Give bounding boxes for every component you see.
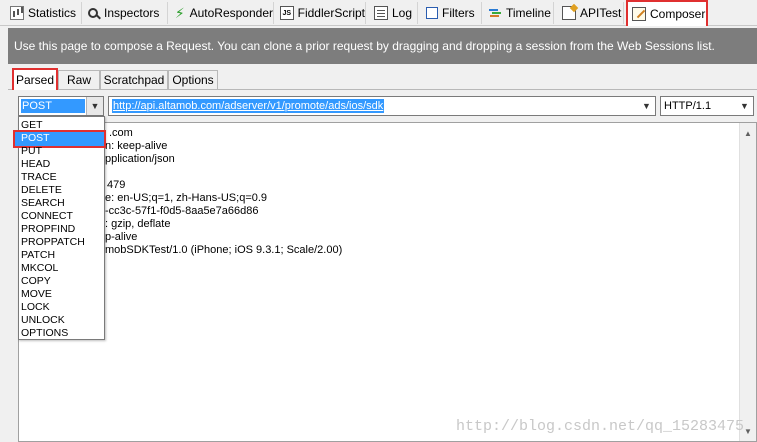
tab-label: Statistics	[28, 6, 77, 20]
method-option-propfind[interactable]: PROPFIND	[19, 223, 104, 236]
method-option-search[interactable]: SEARCH	[19, 197, 104, 210]
composer-info-bar: Use this page to compose a Request. You …	[8, 28, 757, 64]
chevron-down-icon[interactable]: ▼	[86, 97, 103, 115]
request-headers-editor[interactable]: .com n: keep-alive pplication/json 479 e…	[18, 122, 757, 442]
tab-label: Parsed	[15, 73, 55, 87]
method-option-head[interactable]: HEAD	[19, 158, 104, 171]
composer-icon	[632, 7, 646, 21]
method-option-options[interactable]: OPTIONS	[19, 327, 104, 340]
method-option-proppatch[interactable]: PROPPATCH	[19, 236, 104, 249]
header-line: p-alive	[105, 231, 138, 243]
method-option-connect[interactable]: CONNECT	[19, 210, 104, 223]
filter-icon	[426, 7, 438, 19]
log-icon	[374, 6, 388, 20]
method-select[interactable]: POST ▼	[18, 96, 104, 116]
method-option-patch[interactable]: PATCH	[19, 249, 104, 262]
tab-label: Composer	[650, 7, 706, 21]
tab-fiddlerscript[interactable]: JS FiddlerScript	[276, 2, 366, 24]
top-tab-strip: Statistics Inspectors ⚡ AutoResponder JS…	[0, 0, 757, 26]
method-option-unlock[interactable]: UNLOCK	[19, 314, 104, 327]
tab-label: Scratchpad	[103, 73, 165, 87]
method-option-lock[interactable]: LOCK	[19, 301, 104, 314]
timeline-icon	[488, 6, 502, 20]
tab-label: AutoResponder	[189, 6, 273, 20]
url-input[interactable]: http://api.altamob.com/adserver/v1/promo…	[108, 96, 656, 116]
tab-label: Inspectors	[104, 6, 160, 20]
watermark: http://blog.csdn.net/qq_15283475	[455, 418, 744, 435]
header-line: : gzip, deflate	[105, 218, 171, 230]
header-line: n: keep-alive	[105, 140, 168, 152]
method-option-delete[interactable]: DELETE	[19, 184, 104, 197]
header-line: pplication/json	[105, 153, 175, 165]
tab-log[interactable]: Log	[370, 2, 418, 24]
header-line: -cc3c-57f1-f0d5-8aa5e7a66d86	[105, 205, 259, 217]
scroll-up-icon[interactable]: ▲	[740, 125, 756, 141]
http-version-select[interactable]: HTTP/1.1 ▼	[660, 96, 754, 116]
method-option-copy[interactable]: COPY	[19, 275, 104, 288]
tab-inspectors[interactable]: Inspectors	[84, 2, 168, 24]
method-option-trace[interactable]: TRACE	[19, 171, 104, 184]
apitest-icon	[562, 6, 576, 20]
header-line: 479	[107, 179, 126, 191]
tab-label: FiddlerScript	[297, 6, 365, 20]
tab-timeline[interactable]: Timeline	[484, 2, 554, 24]
method-option-mkcol[interactable]: MKCOL	[19, 262, 104, 275]
script-icon: JS	[280, 6, 294, 20]
tab-statistics[interactable]: Statistics	[6, 2, 82, 24]
url-value: http://api.altamob.com/adserver/v1/promo…	[112, 99, 385, 113]
tab-apitest[interactable]: APITest	[558, 2, 624, 24]
tab-filters[interactable]: Filters	[422, 2, 482, 24]
lightning-icon: ⚡	[174, 4, 185, 21]
vertical-scrollbar[interactable]: ▲ ▼	[739, 123, 756, 441]
version-value: HTTP/1.1	[664, 100, 712, 112]
statistics-icon	[10, 6, 24, 20]
inspectors-icon	[88, 8, 98, 18]
tab-scratchpad[interactable]: Scratchpad	[100, 70, 168, 89]
tab-raw[interactable]: Raw	[58, 70, 100, 89]
tab-parsed[interactable]: Parsed	[12, 68, 58, 90]
chevron-down-icon[interactable]: ▼	[736, 97, 753, 115]
tab-label: Log	[392, 6, 413, 20]
tab-composer[interactable]: Composer	[626, 0, 708, 26]
header-line: e: en-US;q=1, zh-Hans-US;q=0.9	[105, 192, 268, 204]
method-value: POST	[21, 99, 85, 113]
tab-autoresponder[interactable]: ⚡ AutoResponder	[170, 2, 274, 24]
method-option-get[interactable]: GET	[19, 119, 104, 132]
request-line: POST ▼ http://api.altamob.com/adserver/v…	[0, 96, 757, 116]
tab-options[interactable]: Options	[168, 70, 218, 89]
tab-label: Filters	[442, 6, 475, 20]
tab-label: Options	[172, 73, 214, 87]
method-dropdown-list: GET POST PUT HEAD TRACE DELETE SEARCH CO…	[13, 116, 106, 340]
method-option-put[interactable]: PUT	[19, 145, 104, 158]
method-option-post[interactable]: POST	[13, 130, 106, 148]
method-option-move[interactable]: MOVE	[19, 288, 104, 301]
tab-label: Raw	[66, 73, 91, 87]
tab-label: APITest	[580, 6, 622, 20]
info-text: Use this page to compose a Request. You …	[14, 39, 715, 53]
header-line: mobSDKTest/1.0 (iPhone; iOS 9.3.1; Scale…	[105, 244, 343, 256]
header-line: .com	[109, 127, 133, 139]
tab-label: Timeline	[506, 6, 551, 20]
chevron-down-icon[interactable]: ▼	[638, 97, 655, 115]
composer-sub-tabs: Parsed Raw Scratchpad Options	[8, 68, 757, 90]
